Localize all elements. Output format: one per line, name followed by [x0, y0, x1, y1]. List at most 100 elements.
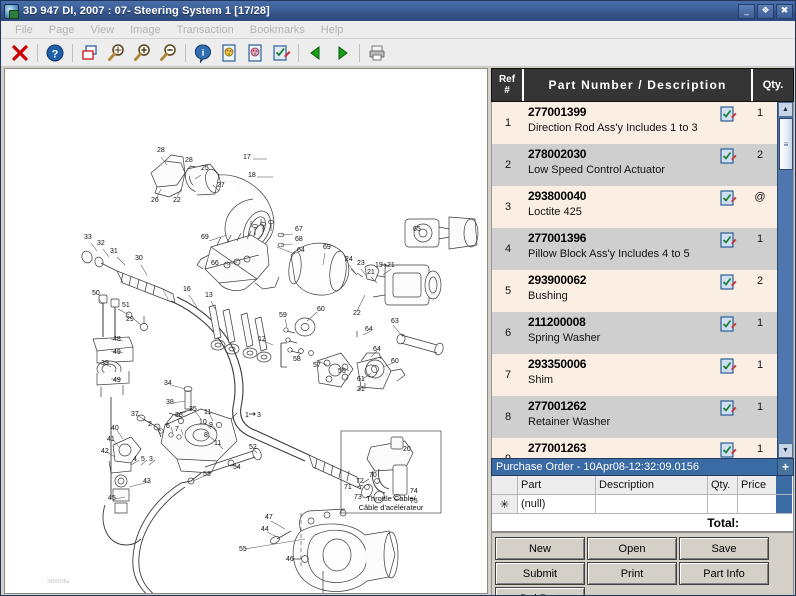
- svg-text:73: 73: [354, 494, 362, 501]
- purchase-order-expand-button[interactable]: +: [777, 459, 793, 475]
- row-part-number: 293350006: [528, 357, 713, 371]
- svg-text:50: 50: [92, 290, 100, 297]
- svg-text:28: 28: [185, 157, 193, 164]
- po-row-qty[interactable]: [708, 495, 738, 514]
- toolbar: ? i: [1, 39, 795, 67]
- document-palette-icon[interactable]: [216, 41, 242, 65]
- svg-text:64: 64: [373, 346, 381, 353]
- add-to-order-icon[interactable]: [713, 186, 743, 227]
- purchase-order-title: Purchase Order - 10Apr08-12:32:09.0156: [496, 461, 699, 473]
- table-row[interactable]: 1 277001399 Direction Rod Ass'y Includes…: [492, 102, 777, 144]
- row-qty: 1: [743, 102, 777, 143]
- svg-text:19: 19: [375, 262, 383, 269]
- zoom-fit-icon[interactable]: [103, 41, 129, 65]
- add-to-order-icon[interactable]: [713, 396, 743, 437]
- table-row[interactable]: 3 293800040 Loctite 425 @: [492, 186, 777, 228]
- po-row-description[interactable]: [596, 495, 708, 514]
- po-col-selector: [492, 476, 518, 495]
- svg-text:71: 71: [344, 484, 352, 491]
- menu-transaction[interactable]: Transaction: [169, 23, 242, 37]
- svg-text:65: 65: [413, 226, 421, 233]
- po-row-part[interactable]: (null): [518, 495, 596, 514]
- info-icon[interactable]: i: [190, 41, 216, 65]
- button-row: New Open Save: [494, 536, 791, 561]
- svg-text:21: 21: [387, 262, 395, 269]
- po-row-price[interactable]: [738, 495, 776, 514]
- add-to-order-icon[interactable]: [713, 144, 743, 185]
- add-to-order-icon[interactable]: [713, 312, 743, 353]
- previous-page-icon[interactable]: [303, 41, 329, 65]
- help-icon[interactable]: ?: [42, 41, 68, 65]
- svg-text:36: 36: [175, 412, 183, 419]
- row-ref: 6: [492, 312, 524, 353]
- svg-text:25: 25: [201, 165, 209, 172]
- table-row[interactable]: 7 293350006 Shim 1: [492, 354, 777, 396]
- zoom-in-icon[interactable]: [129, 41, 155, 65]
- ref-label-line1: Ref: [499, 74, 515, 85]
- purchase-order-grid[interactable]: Part Description Qty. Price ✳ (null) Tot…: [491, 476, 794, 533]
- add-to-order-icon[interactable]: [713, 228, 743, 269]
- row-qty: 1: [743, 396, 777, 437]
- parts-list-scrollbar[interactable]: ▲ ≡ ▼: [777, 102, 793, 458]
- add-to-order-icon[interactable]: [713, 102, 743, 143]
- table-row[interactable]: 8 277001262 Retainer Washer 1: [492, 396, 777, 438]
- new-button[interactable]: New: [495, 537, 585, 560]
- svg-text:56: 56: [338, 368, 346, 375]
- application-window: 3D 947 DI, 2007 : 07- Steering System 1 …: [0, 0, 796, 596]
- svg-text:4: 4: [133, 456, 137, 463]
- table-row[interactable]: 6 211200008 Spring Washer 1: [492, 312, 777, 354]
- table-row[interactable]: 9 277001263 1: [492, 438, 777, 458]
- parts-table-body[interactable]: 1 277001399 Direction Rod Ass'y Includes…: [491, 102, 794, 458]
- svg-text:35: 35: [189, 406, 197, 413]
- add-to-order-icon[interactable]: [713, 270, 743, 311]
- part-info-button[interactable]: Part Info: [679, 562, 769, 585]
- submit-button[interactable]: Submit: [495, 562, 585, 585]
- table-row[interactable]: 5 293900062 Bushing 2: [492, 270, 777, 312]
- table-row[interactable]: 4 277001396 Pillow Block Ass'y Includes …: [492, 228, 777, 270]
- row-part-number: 211200008: [528, 315, 713, 329]
- zoom-out-icon[interactable]: [155, 41, 181, 65]
- svg-text:54: 54: [233, 464, 241, 471]
- minimize-button[interactable]: _: [738, 4, 755, 19]
- scroll-down-button[interactable]: ▼: [778, 443, 793, 458]
- save-button[interactable]: Save: [679, 537, 769, 560]
- menu-image[interactable]: Image: [122, 23, 169, 37]
- scroll-thumb[interactable]: ≡: [779, 118, 793, 170]
- purchase-order-row[interactable]: ✳ (null): [492, 495, 793, 514]
- add-to-order-icon[interactable]: [713, 354, 743, 395]
- menu-help[interactable]: Help: [313, 23, 352, 37]
- row-qty: 2: [743, 144, 777, 185]
- next-page-icon[interactable]: [329, 41, 355, 65]
- close-button[interactable]: ✖: [776, 4, 793, 19]
- po-row-selector[interactable]: ✳: [492, 495, 518, 514]
- toolbar-separator: [185, 44, 186, 62]
- svg-text:47: 47: [265, 514, 273, 521]
- svg-text:38: 38: [166, 399, 174, 406]
- print-button[interactable]: Print: [587, 562, 677, 585]
- close-icon[interactable]: [7, 41, 33, 65]
- print-icon[interactable]: [364, 41, 390, 65]
- row-part-number: 293800040: [528, 189, 713, 203]
- parts-diagram-pane[interactable]: 282825 262227 1718 6966 33323130 676864 …: [4, 68, 488, 594]
- svg-text:17: 17: [243, 154, 251, 161]
- menu-bookmarks[interactable]: Bookmarks: [242, 23, 313, 37]
- open-button[interactable]: Open: [587, 537, 677, 560]
- table-row[interactable]: 2 278002030 Low Speed Control Actuator 2: [492, 144, 777, 186]
- po-grid-scroll-gutter: [776, 495, 792, 514]
- column-header-ref: Ref #: [492, 69, 524, 101]
- del-part-button[interactable]: Del Part: [495, 587, 585, 596]
- menu-page[interactable]: Page: [41, 23, 83, 37]
- tile-windows-icon[interactable]: [77, 41, 103, 65]
- menu-view[interactable]: View: [82, 23, 122, 37]
- action-button-panel: New Open Save Submit Print Part Info Del…: [491, 533, 794, 596]
- svg-text:49: 49: [113, 377, 121, 384]
- document-color-icon[interactable]: [242, 41, 268, 65]
- restore-button[interactable]: ❖: [757, 4, 774, 19]
- po-col-qty: Qty.: [708, 476, 738, 495]
- row-part-number: 277001263: [528, 441, 713, 455]
- scroll-up-button[interactable]: ▲: [778, 102, 793, 117]
- document-edit-icon[interactable]: [268, 41, 294, 65]
- menu-file[interactable]: File: [7, 23, 41, 37]
- svg-text:3: 3: [149, 456, 153, 463]
- add-to-order-icon[interactable]: [713, 438, 743, 458]
